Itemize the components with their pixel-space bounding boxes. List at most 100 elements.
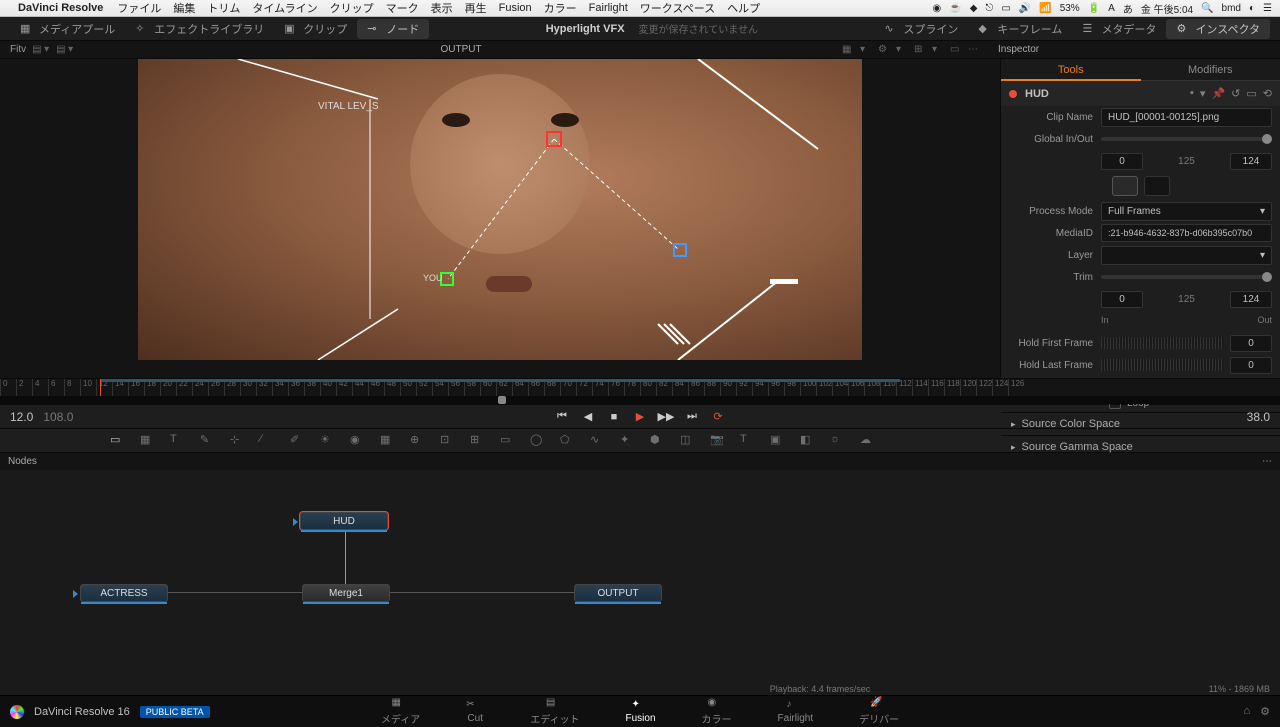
user[interactable]: bmd — [1222, 3, 1241, 14]
keyframes-button[interactable]: ◆ キーフレーム — [968, 19, 1072, 39]
step-back-button[interactable]: ◀ — [579, 408, 597, 426]
network-icon[interactable]: ⎋ — [985, 3, 993, 14]
tool-blur[interactable]: ◉ — [350, 433, 366, 449]
node-reset-icon[interactable]: ⟲ — [1263, 87, 1272, 100]
nodes-area[interactable]: HUD ACTRESS Merge1 OUTPUT — [0, 470, 1280, 683]
viewer-right-4[interactable]: ▾ — [896, 44, 908, 56]
inspector-button[interactable]: ⚙ インスペクタ — [1166, 19, 1270, 39]
skype-icon[interactable]: ◉ — [933, 3, 942, 14]
search-icon[interactable]: 🔍 — [1201, 3, 1213, 14]
stop-button[interactable]: ■ — [605, 408, 623, 426]
battery-icon[interactable]: 🔋 — [1088, 3, 1100, 14]
viewer-right-1[interactable]: ▦ — [842, 44, 854, 56]
clips-button[interactable]: ▣ クリップ — [274, 19, 357, 39]
seg-image[interactable] — [1112, 176, 1138, 196]
node-default-icon[interactable]: ▭ — [1246, 87, 1256, 100]
node-pin-icon[interactable]: 📌 — [1211, 87, 1225, 100]
node-drop-icon[interactable]: ▾ — [1200, 87, 1206, 100]
menu-file[interactable]: ファイル — [117, 0, 161, 16]
page-cut[interactable]: ✂Cut — [466, 699, 484, 724]
page-deliver[interactable]: 🚀デリバー — [859, 697, 899, 726]
tool-merge[interactable]: ⊕ — [410, 433, 426, 449]
viewer-right-2[interactable]: ▾ — [860, 44, 872, 56]
inspector-node-row[interactable]: HUD ▪ ▾ 📌 ↺ ▭ ⟲ — [1001, 81, 1280, 106]
viewer-opt-3[interactable]: ▤ — [56, 44, 68, 56]
app-name[interactable]: DaVinci Resolve — [18, 2, 103, 14]
menu-view[interactable]: 表示 — [431, 0, 453, 16]
time-ruler[interactable]: 0246810121416182022242628303234363840424… — [0, 378, 1280, 396]
media-id-value[interactable]: :21-b946-4632-837b-d06b395c07b0 — [1101, 224, 1272, 242]
trim-slider[interactable] — [1101, 275, 1272, 279]
clip-name-value[interactable]: HUD_[00001-00125].png — [1101, 108, 1272, 127]
go-start-button[interactable]: ⏮ — [553, 408, 571, 426]
page-fairlight[interactable]: ♪Fairlight — [778, 699, 814, 724]
node-merge[interactable]: Merge1 — [302, 584, 390, 602]
global-in[interactable]: 0 — [1101, 153, 1143, 170]
node-version-icon[interactable]: ↺ — [1231, 87, 1240, 100]
viewer-opt-2[interactable]: ▾ — [44, 44, 56, 56]
tool-shape3d[interactable]: ◧ — [800, 433, 816, 449]
fit-dropdown[interactable]: Fitv — [10, 44, 26, 55]
menu-clip[interactable]: クリップ — [330, 0, 374, 16]
menu-edit[interactable]: 編集 — [173, 0, 195, 16]
viewer-opt-4[interactable]: ▾ — [68, 44, 80, 56]
menu-workspace[interactable]: ワークスペース — [640, 0, 715, 16]
media-pool-button[interactable]: ▦ メディアプール — [10, 19, 125, 39]
tool-text[interactable]: T — [170, 433, 186, 449]
temp-icon[interactable]: ☕ — [949, 3, 961, 14]
scrub-bar[interactable] — [0, 396, 1280, 404]
page-media[interactable]: ▦メディア — [381, 697, 420, 726]
tool-render3d[interactable]: ☁ — [860, 433, 876, 449]
tool-light3d[interactable]: ☼ — [830, 433, 846, 449]
layer-select[interactable]: ▾ — [1101, 246, 1272, 265]
menu-timeline[interactable]: タイムライン — [252, 0, 317, 16]
global-out[interactable]: 124 — [1230, 153, 1272, 170]
source-gamma-collapse[interactable]: Source Gamma Space — [1001, 435, 1280, 458]
fx-library-button[interactable]: ✧ エフェクトライブラリ — [125, 19, 274, 39]
menu-mark[interactable]: マーク — [386, 0, 419, 16]
tool-edge[interactable]: ∕ — [260, 433, 276, 449]
play-button[interactable]: ▶ — [631, 408, 649, 426]
time-current[interactable]: 38.0 — [1247, 410, 1270, 424]
viewer-right-5[interactable]: ⊞ — [914, 44, 926, 56]
node-actress[interactable]: ACTRESS — [80, 584, 168, 602]
time-in[interactable]: 12.0 — [10, 410, 33, 424]
viewer-opt-1[interactable]: ▤ — [32, 44, 44, 56]
hold-last-value[interactable]: 0 — [1230, 357, 1272, 374]
seg-audio[interactable] — [1144, 176, 1170, 196]
trim-out[interactable]: 124 — [1230, 291, 1272, 308]
page-fusion[interactable]: ✦Fusion — [626, 699, 656, 724]
wifi2-icon[interactable]: 📶 — [1039, 3, 1051, 14]
global-inout-slider[interactable] — [1101, 137, 1272, 141]
menu-playback[interactable]: 再生 — [465, 0, 487, 16]
node-hud[interactable]: HUD — [300, 512, 388, 530]
spline-button[interactable]: ∿ スプライン — [874, 19, 968, 39]
cc-icon[interactable]: ◐ — [1249, 3, 1255, 14]
loop-button[interactable]: ⟳ — [709, 408, 727, 426]
tool-text3d[interactable]: T — [740, 433, 756, 449]
page-color[interactable]: ◉カラー — [702, 697, 732, 726]
node-output[interactable]: OUTPUT — [574, 584, 662, 602]
tool-image3d[interactable]: ▣ — [770, 433, 786, 449]
volume-icon[interactable]: 🔊 — [1019, 3, 1031, 14]
tool-brush[interactable]: ✐ — [290, 433, 306, 449]
home-icon[interactable]: ⌂ — [1243, 705, 1250, 718]
tool-mask-ellipse[interactable]: ◯ — [530, 433, 546, 449]
viewer-right-3[interactable]: ⚙ — [878, 44, 890, 56]
node-enable-dot[interactable] — [1009, 90, 1017, 98]
lang-icon[interactable]: あ — [1123, 1, 1133, 16]
menu-color[interactable]: カラー — [544, 0, 577, 16]
viewer-right-8[interactable]: ⋯ — [968, 44, 980, 56]
node-color-icon[interactable]: ▪ — [1190, 87, 1194, 100]
tool-mask-rect[interactable]: ▭ — [500, 433, 516, 449]
tab-modifiers[interactable]: Modifiers — [1141, 59, 1280, 81]
tool-3d[interactable]: ◫ — [680, 433, 696, 449]
nodes-options-icon[interactable]: ⋯ — [1262, 456, 1272, 467]
viewer-panel[interactable]: WARNING VITAL LEV_S YOU — [0, 59, 1000, 378]
nodes-button[interactable]: ⊸ ノード — [357, 19, 429, 39]
settings-icon[interactable]: ⚙ — [1260, 705, 1270, 718]
menu-fusion[interactable]: Fusion — [499, 2, 532, 14]
hold-first-value[interactable]: 0 — [1230, 335, 1272, 352]
tab-tools[interactable]: Tools — [1001, 59, 1141, 81]
tool-camera[interactable]: 📷 — [710, 433, 726, 449]
